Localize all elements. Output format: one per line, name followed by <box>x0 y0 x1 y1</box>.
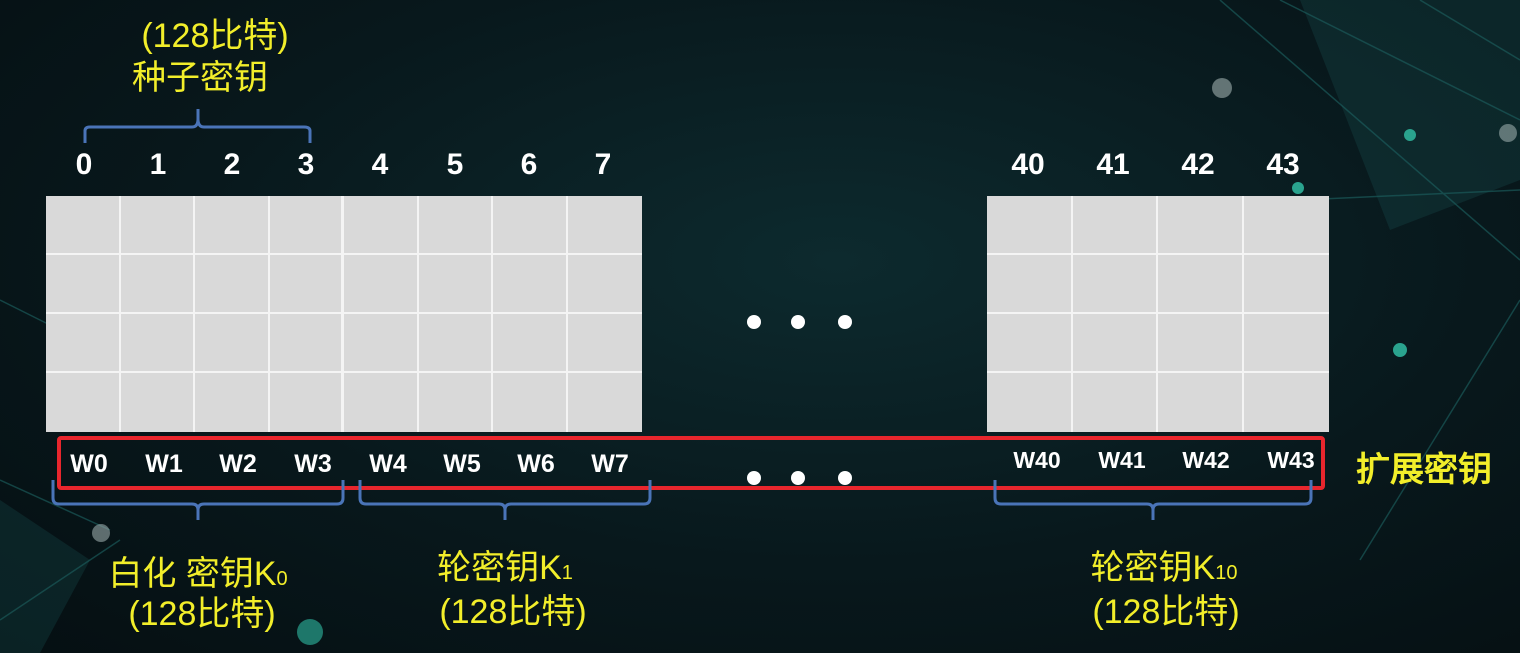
index-5: 5 <box>446 148 464 181</box>
ellipsis-dot <box>791 315 805 329</box>
ellipsis-dot <box>838 315 852 329</box>
k1-brace <box>358 480 652 520</box>
word-label: W2 <box>219 450 257 478</box>
seed-key-label: 种子密钥 <box>132 59 268 97</box>
k10-label: 轮密钥K10 <box>1034 548 1294 593</box>
ellipsis-dot <box>747 315 761 329</box>
k0-label: 白化 密钥K0 <box>60 554 336 599</box>
word-label: W1 <box>145 450 183 478</box>
index-43: 43 <box>1266 148 1300 181</box>
k10-subscript: 10 <box>1215 562 1238 584</box>
k1-subscript: 1 <box>561 562 573 584</box>
index-1: 1 <box>149 148 167 181</box>
index-42: 42 <box>1181 148 1215 181</box>
index-41: 41 <box>1096 148 1130 181</box>
index-0: 0 <box>75 148 93 181</box>
k0-label-text: 白化 密钥K <box>108 555 277 593</box>
word-grid-left <box>46 196 642 432</box>
index-7: 7 <box>594 148 612 181</box>
k1-label-text: 轮密钥K <box>437 549 562 587</box>
word-label: W5 <box>443 450 481 478</box>
k1-label: 轮密钥K1 <box>380 548 630 593</box>
index-3: 3 <box>297 148 315 181</box>
index-40: 40 <box>1011 148 1045 181</box>
word-grid-right <box>987 196 1329 432</box>
k1-bits: (128比特) <box>439 593 587 631</box>
word-label: W0 <box>70 450 108 478</box>
word-label: W40 <box>1013 447 1061 473</box>
expanded-key-label: 扩展密钥 <box>1356 451 1492 489</box>
word-label: W41 <box>1098 447 1146 473</box>
index-6: 6 <box>520 148 538 181</box>
index-2: 2 <box>223 148 241 181</box>
index-4: 4 <box>371 148 389 181</box>
k10-bits: (128比特) <box>1092 593 1240 631</box>
word-label: W7 <box>591 450 629 478</box>
k0-subscript: 0 <box>276 568 288 590</box>
k0-brace <box>51 480 345 520</box>
word-label: W4 <box>369 450 407 478</box>
k10-label-text: 轮密钥K <box>1090 549 1216 587</box>
k0-bits: (128比特) <box>128 595 276 633</box>
k10-brace <box>993 480 1313 520</box>
word-label: W6 <box>517 450 555 478</box>
seed-key-bits: (128比特) <box>141 17 289 55</box>
seed-key-brace <box>83 109 312 143</box>
word-label: W42 <box>1182 447 1230 473</box>
word-label: W3 <box>294 450 332 478</box>
word-label: W43 <box>1267 447 1315 473</box>
